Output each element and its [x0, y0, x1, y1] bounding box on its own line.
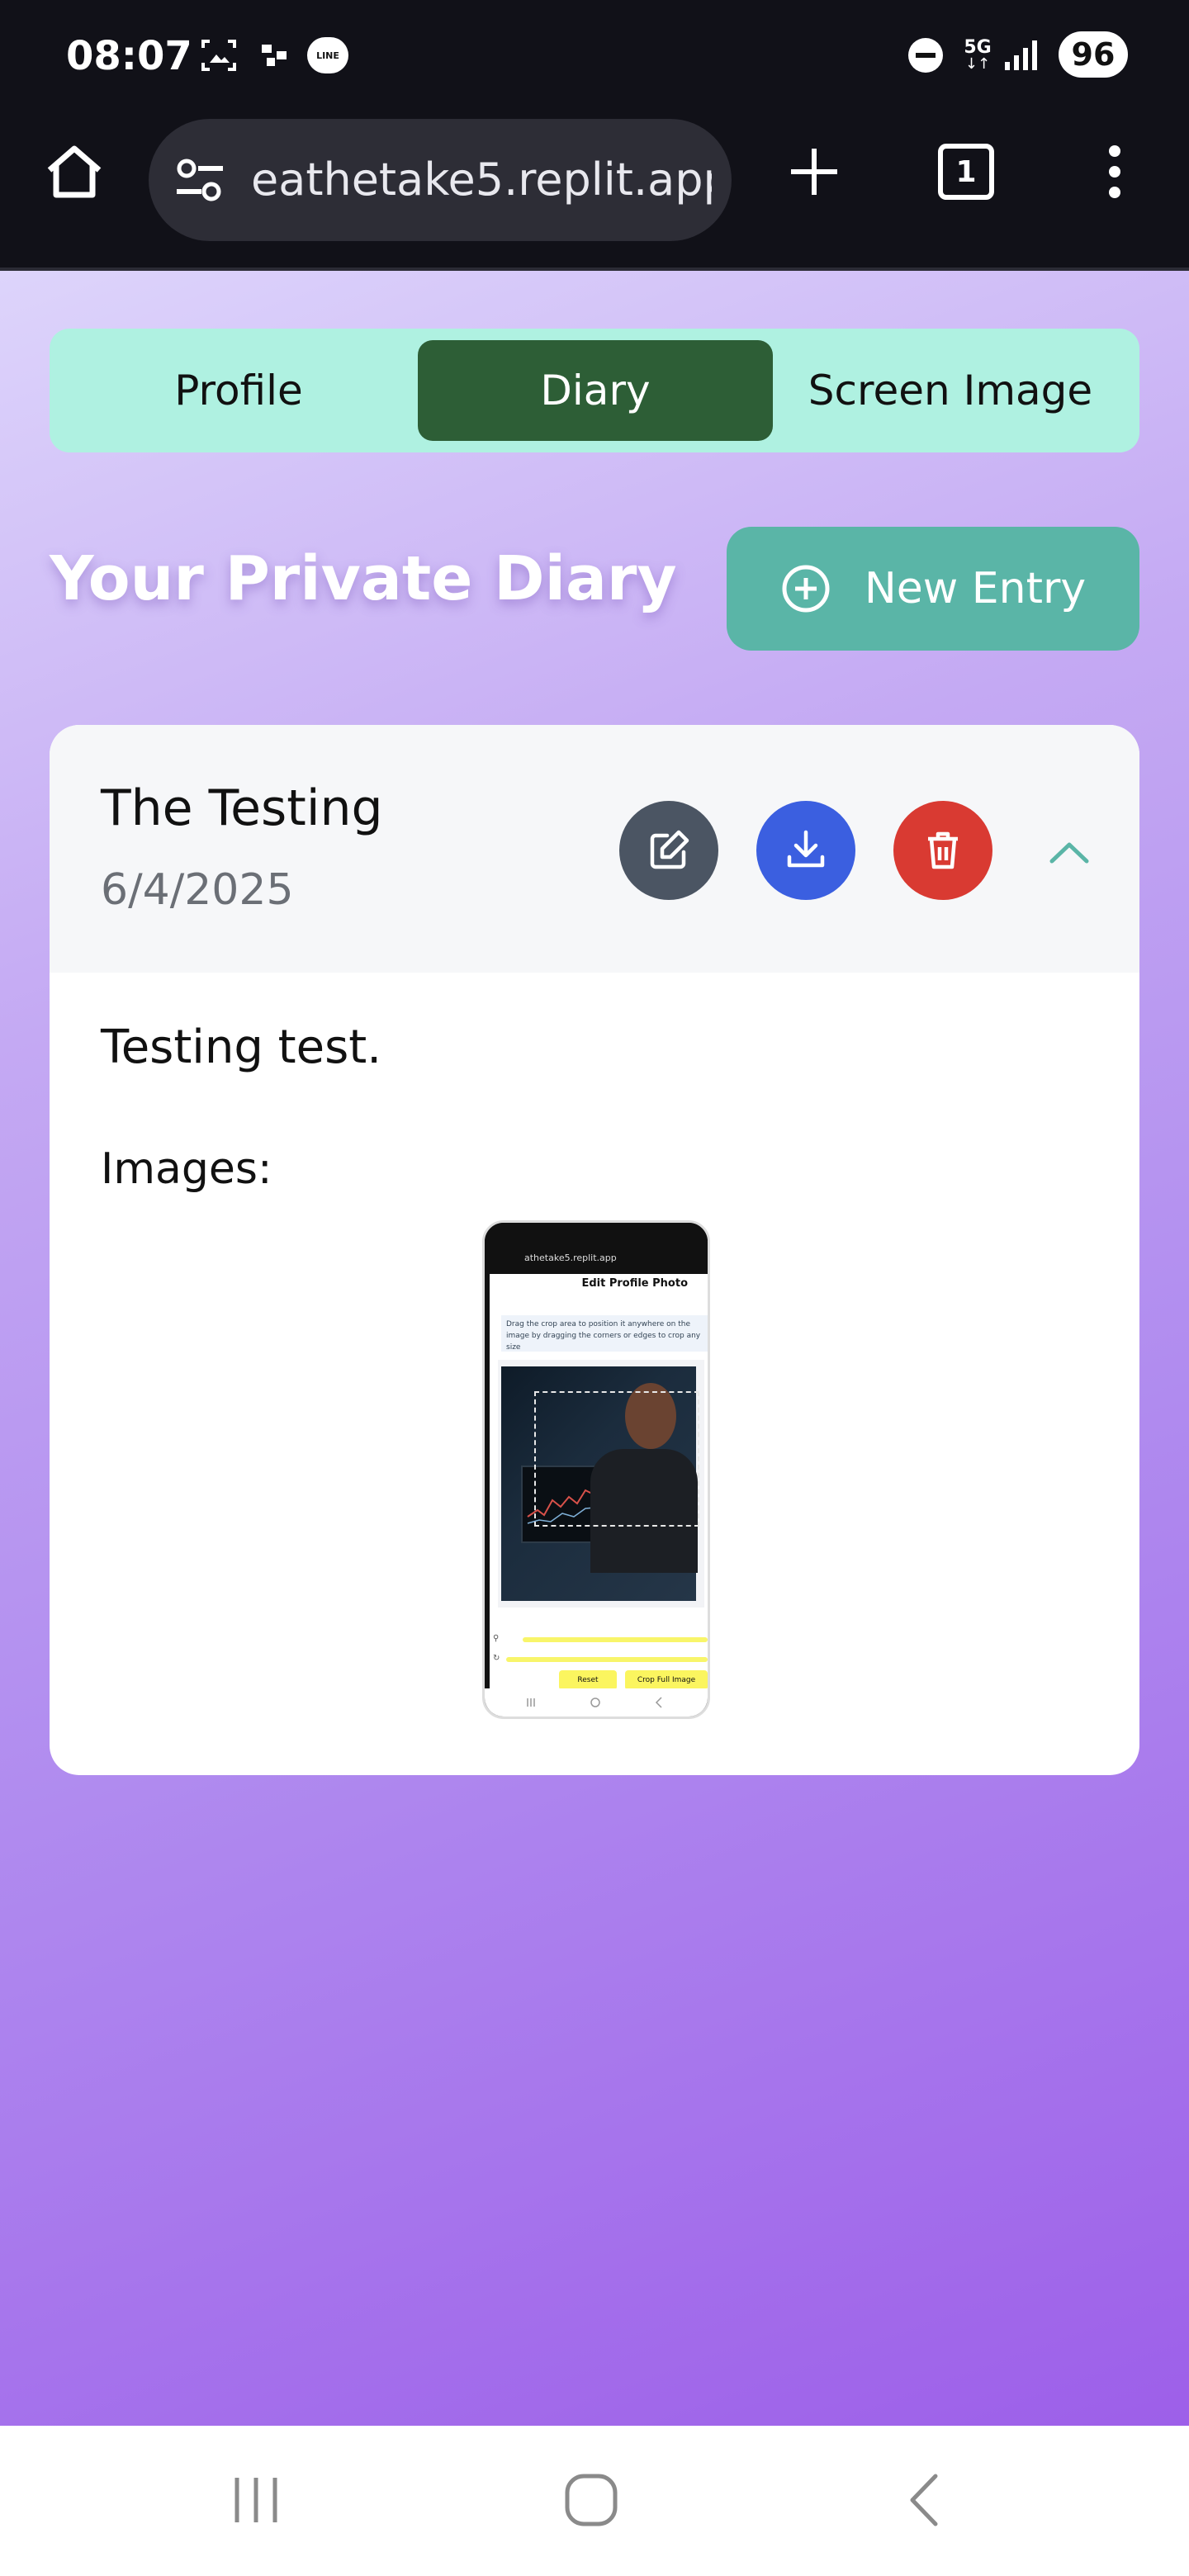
tab-count: 1: [938, 144, 994, 200]
status-bar: 08:07 LINE 5G ↓↑ 96: [0, 0, 1189, 112]
plus-circle-icon: [780, 563, 831, 614]
recent-apps-icon[interactable]: [206, 2459, 306, 2541]
entry-header[interactable]: The Testing 6/4/2025: [50, 725, 1139, 973]
signal-icon: [1002, 35, 1040, 76]
thumbnail-crop-area: [534, 1391, 699, 1527]
thumbnail-zoom-icon: ⚲: [493, 1634, 500, 1643]
connection-icon: [258, 35, 291, 76]
thumbnail-rotate-icon: ↻: [493, 1654, 500, 1663]
new-entry-label: New Entry: [864, 564, 1087, 613]
entry-title: The Testing: [101, 779, 383, 837]
delete-entry-button[interactable]: [893, 801, 992, 900]
page-title: Your Private Diary: [50, 543, 677, 614]
page-content: Profile Diary Screen Image Your Private …: [0, 271, 1189, 2426]
edit-entry-button[interactable]: [619, 801, 718, 900]
thumbnail-crop-full-button: Crop Full Image: [625, 1670, 708, 1690]
new-entry-button[interactable]: New Entry: [727, 527, 1139, 651]
tab-screen-image[interactable]: Screen Image: [773, 340, 1128, 441]
edit-icon: [646, 827, 692, 874]
thumbnail-rotate-slider: [506, 1657, 708, 1662]
diary-entry-card: The Testing 6/4/2025 Testing test. Image…: [50, 725, 1139, 1775]
thumbnail-url: athetake5.replit.app: [524, 1252, 617, 1263]
thumbnail-reset-button: Reset: [559, 1670, 617, 1690]
thumbnail-photo: [501, 1366, 699, 1601]
thumbnail-nav-bar: [485, 1688, 708, 1717]
battery-indicator: 96: [1059, 31, 1128, 78]
thumbnail-hint: Drag the crop area to position it anywhe…: [501, 1315, 708, 1352]
tab-diary[interactable]: Diary: [418, 340, 773, 441]
thumbnail-zoom-slider: [523, 1637, 708, 1642]
tab-profile[interactable]: Profile: [61, 340, 416, 441]
system-nav-bar: [0, 2426, 1189, 2576]
entry-date: 6/4/2025: [101, 865, 294, 915]
chevron-up-icon: [1049, 840, 1090, 864]
status-time: 08:07: [66, 33, 192, 79]
url-text: eathetake5.replit.app: [251, 154, 712, 206]
entry-body: Testing test.: [101, 1020, 382, 1074]
tab-bar: Profile Diary Screen Image: [50, 329, 1139, 452]
images-label: Images:: [101, 1144, 272, 1194]
entry-image-thumbnail[interactable]: athetake5.replit.app Edit Profile Photo …: [482, 1220, 710, 1719]
trash-icon: [920, 827, 966, 874]
thumbnail-page: Edit Profile Photo Drag the crop area to…: [490, 1274, 708, 1693]
thumbnail-url-bar: athetake5.replit.app: [491, 1244, 698, 1272]
do-not-disturb-icon: [905, 35, 946, 76]
download-entry-button[interactable]: [756, 801, 855, 900]
thumbnail-heading: Edit Profile Photo: [581, 1277, 688, 1290]
more-menu-icon[interactable]: [1082, 130, 1148, 213]
collapse-entry-button[interactable]: [1032, 831, 1106, 874]
tab-switcher-button[interactable]: 1: [925, 130, 1007, 213]
thumbnail-status-bar: [485, 1223, 708, 1241]
home-nav-icon[interactable]: [542, 2459, 641, 2541]
screenshot-icon: [198, 35, 239, 76]
back-icon[interactable]: [875, 2459, 974, 2541]
browser-toolbar: eathetake5.replit.app 1: [0, 112, 1189, 271]
home-icon[interactable]: [33, 130, 116, 213]
new-tab-icon[interactable]: [773, 130, 855, 213]
address-bar[interactable]: eathetake5.replit.app: [149, 119, 732, 241]
network-5g-icon: 5G ↓↑: [964, 37, 992, 73]
line-app-icon: LINE: [306, 35, 350, 76]
download-icon: [783, 827, 829, 874]
site-settings-icon[interactable]: [170, 150, 230, 210]
